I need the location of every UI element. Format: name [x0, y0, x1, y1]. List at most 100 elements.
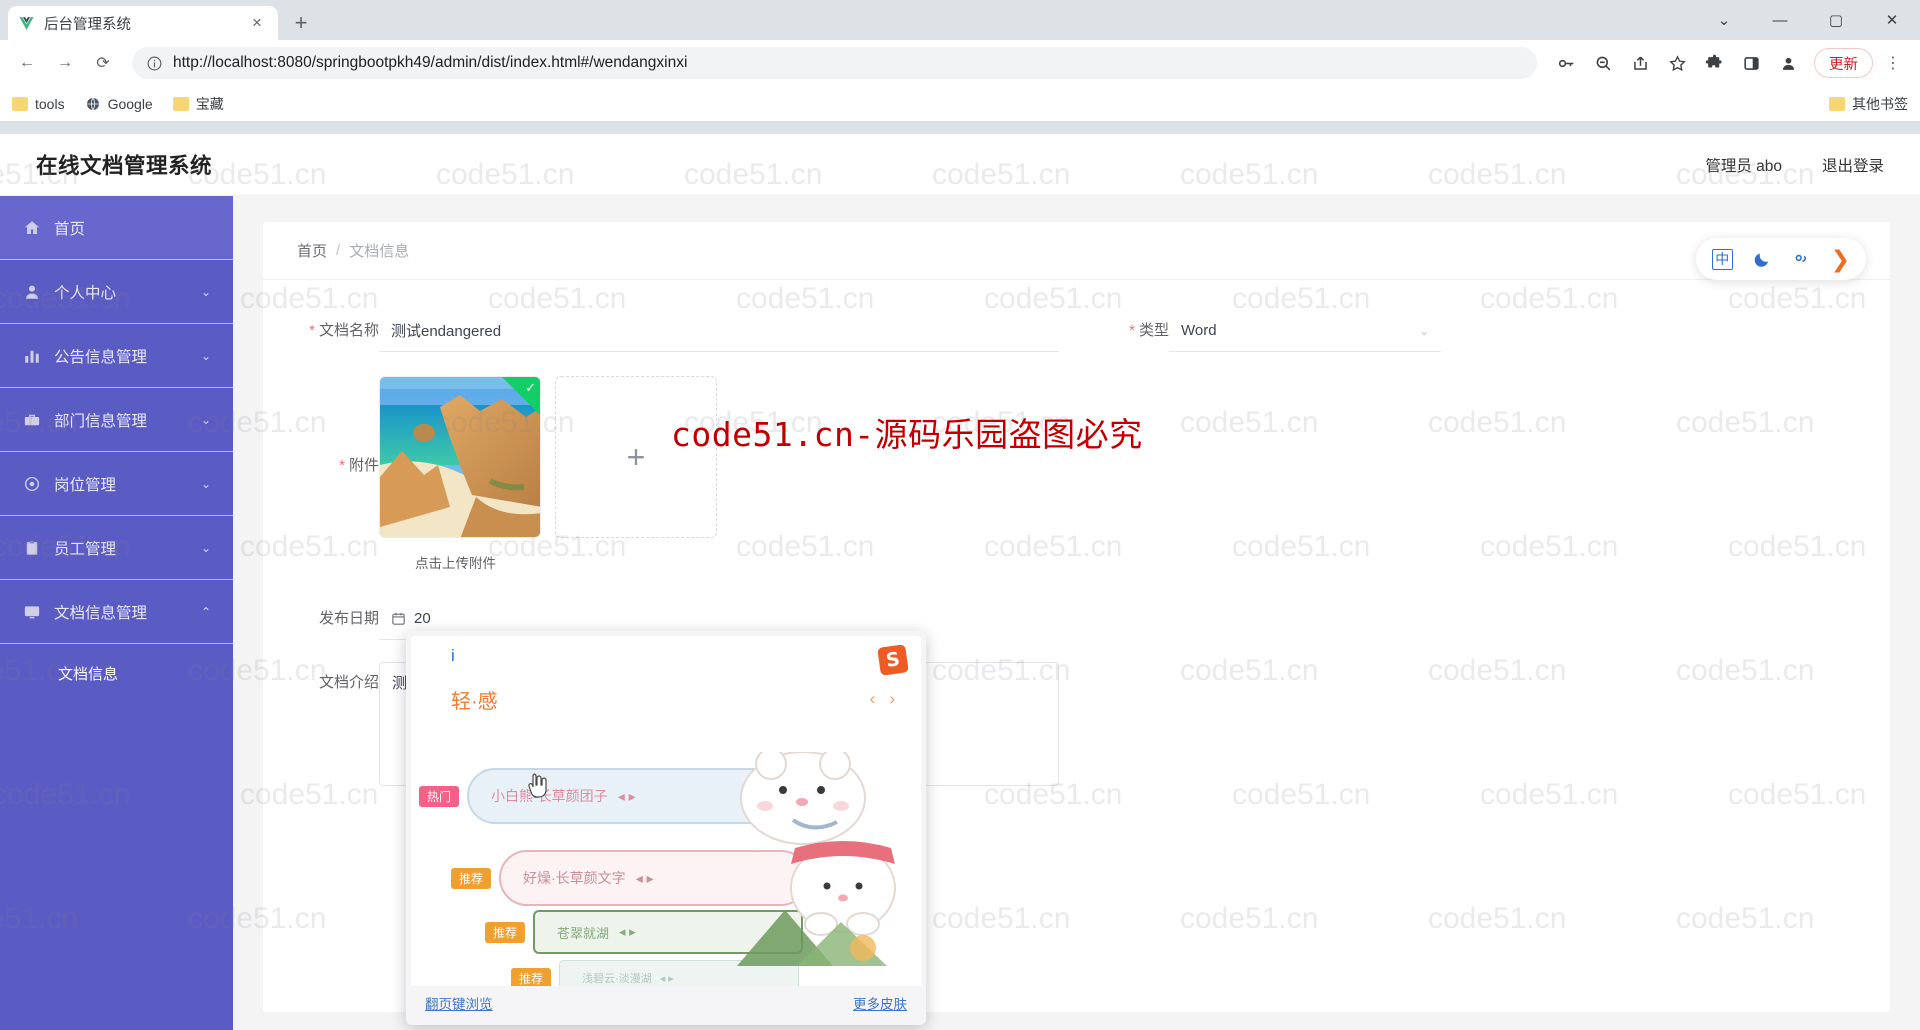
document-type-value: Word [1181, 322, 1217, 339]
app-header: 在线文档管理系统 管理员 abo 退出登录 [0, 134, 1920, 196]
ime-candidate-row: 轻·感 ‹ › [427, 676, 905, 722]
attachment-uploader: ✓ + [379, 376, 717, 538]
browser-menu-icon[interactable]: ⋮ [1876, 46, 1910, 80]
close-icon[interactable]: × [246, 12, 268, 34]
breadcrumb-home[interactable]: 首页 [297, 240, 327, 261]
toolbar-actions: 更新 ⋮ [1549, 46, 1910, 80]
bookmark-google[interactable]: Google [85, 96, 153, 112]
sidebar-item-home[interactable]: 首页 [0, 196, 233, 260]
other-bookmarks[interactable]: 其他书签 [1829, 94, 1908, 114]
ime-candidate[interactable]: 轻·感 [451, 685, 498, 714]
label-publish-date: 发布日期 [318, 610, 379, 627]
chevron-down-icon: ⌄ [200, 540, 211, 555]
tab-search-icon[interactable]: ⌄ [1696, 0, 1752, 40]
ime-footer-left[interactable]: 翻页键浏览 [425, 993, 493, 1013]
new-tab-button[interactable]: + [284, 6, 318, 40]
globe-icon [86, 97, 99, 110]
form-row-attachment: * 附件 ✓ + [263, 376, 1890, 538]
back-icon[interactable]: ← [10, 46, 44, 80]
sidebar-item-position[interactable]: 岗位管理 ⌄ [0, 452, 233, 516]
collapse-toggle-icon[interactable]: ❯ [1831, 246, 1850, 273]
bookmark-label: Google [107, 95, 153, 112]
header-actions: 管理员 abo 退出登录 [1705, 154, 1884, 176]
current-user: 管理员 abo [1705, 157, 1782, 175]
share-icon[interactable] [1623, 46, 1657, 80]
sidebar-item-label: 公告信息管理 [54, 348, 148, 366]
target-icon [22, 474, 41, 493]
folder-icon [172, 96, 189, 111]
user-icon [22, 282, 41, 301]
ime-footer-right[interactable]: 更多皮肤 [853, 993, 907, 1013]
required-mark: * [1129, 322, 1135, 339]
sidebar-item-notice[interactable]: 公告信息管理 ⌄ [0, 324, 233, 388]
key-icon[interactable] [1549, 46, 1583, 80]
skin-badge: 推荐 [485, 921, 526, 943]
chevron-down-icon: ⌄ [200, 348, 211, 363]
sidebar-item-label: 岗位管理 [54, 476, 117, 494]
landscape-thumbnail-icon [737, 910, 887, 966]
attachment-hint: 点击上传附件 [415, 556, 496, 571]
monitor-icon [22, 602, 41, 621]
chevron-down-icon: ⌄ [1418, 323, 1429, 338]
browser-window: 后台管理系统 × + ⌄ — ▢ ✕ ← → ⟳ http://localhos… [0, 0, 1920, 1030]
language-toggle-icon[interactable]: 中 [1711, 248, 1733, 270]
ime-skin-list: 热门 小白熊-长草颜团子 ◂ ▸ 推荐 好燥·长草颜文字 ◂ ▸ 推荐 苍翠就湖 [411, 752, 921, 986]
sidebar-item-label: 文档信息管理 [54, 604, 148, 622]
sidebar-item-employee[interactable]: 员工管理 ⌄ [0, 516, 233, 580]
document-type-select[interactable]: Word ⌄ [1169, 310, 1441, 352]
reload-icon[interactable]: ⟳ [86, 46, 120, 80]
tab-strip: 后台管理系统 × + ⌄ — ▢ ✕ [0, 0, 1920, 40]
chevron-down-icon: ⌄ [200, 412, 211, 427]
page-title: 在线文档管理系统 [36, 154, 213, 178]
profile-icon[interactable] [1771, 46, 1805, 80]
sidebar-item-profile[interactable]: 个人中心 ⌄ [0, 260, 233, 324]
sidepanel-icon[interactable] [1734, 46, 1768, 80]
vue-logo-icon [19, 16, 34, 30]
required-mark: * [339, 457, 345, 474]
sogou-logo-icon: S [877, 644, 909, 676]
browser-toolbar: ← → ⟳ http://localhost:8080/springbootpk… [0, 40, 1920, 86]
forward-icon[interactable]: → [48, 46, 82, 80]
address-bar[interactable]: http://localhost:8080/springbootpkh49/ad… [132, 47, 1537, 79]
prev-page-icon[interactable]: ‹ [870, 689, 876, 709]
sidebar-item-label: 首页 [54, 220, 86, 238]
maximize-button[interactable]: ▢ [1808, 0, 1864, 40]
copyright-watermark: code51.cn-源码乐园盗图必究 [671, 415, 1143, 454]
breadcrumb-current: 文档信息 [349, 243, 410, 260]
skin-badge: 推荐 [451, 867, 492, 889]
skin-name: 好燥·长草颜文字 [523, 870, 626, 886]
sidebar-item-department[interactable]: 部门信息管理 ⌄ [0, 388, 233, 452]
add-attachment-button[interactable]: + [555, 376, 717, 538]
floating-toolbar: 中 ❯ [1695, 238, 1866, 280]
publish-date-value: 20 [414, 610, 431, 627]
next-page-icon[interactable]: › [889, 689, 895, 709]
update-button[interactable]: 更新 [1814, 48, 1873, 78]
dark-mode-icon[interactable] [1753, 250, 1772, 269]
chevron-down-icon: ⌄ [200, 476, 211, 491]
calendar-icon [392, 612, 405, 625]
label-attachment: * 附件 [339, 457, 379, 474]
minimize-button[interactable]: — [1752, 0, 1808, 40]
tab-title: 后台管理系统 [44, 16, 131, 33]
document-name-input[interactable] [379, 310, 1059, 352]
folder-icon [1829, 96, 1845, 111]
skin-name: 苍翠就湖 [557, 925, 610, 941]
extensions-icon[interactable] [1697, 46, 1731, 80]
bookmark-label: 宝藏 [195, 95, 224, 112]
sidebar-item-document[interactable]: 文档信息管理 ⌃ [0, 580, 233, 644]
briefcase-icon [22, 410, 41, 429]
sidebar-item-label: 部门信息管理 [54, 412, 148, 430]
logout-link[interactable]: 退出登录 [1822, 154, 1884, 176]
zoom-out-icon[interactable] [1586, 46, 1620, 80]
star-icon[interactable] [1660, 46, 1694, 80]
bookmark-tools[interactable]: tools [12, 96, 65, 112]
required-mark: * [309, 322, 315, 339]
settings-toggle-icon[interactable] [1792, 250, 1811, 269]
browser-tab[interactable]: 后台管理系统 × [8, 6, 278, 40]
attachment-thumbnail[interactable]: ✓ [379, 376, 541, 538]
close-window-button[interactable]: ✕ [1864, 0, 1920, 40]
sidebar: 首页 个人中心 ⌄ 公告信息管理 ⌄ 部门信息管理 ⌄ 岗位管理 ⌄ 员工管理 … [0, 196, 233, 1030]
bookmark-baozang[interactable]: 宝藏 [172, 94, 224, 114]
skin-badge: 热门 [419, 785, 460, 807]
sidebar-subitem-document-info[interactable]: 文档信息 [0, 644, 233, 702]
